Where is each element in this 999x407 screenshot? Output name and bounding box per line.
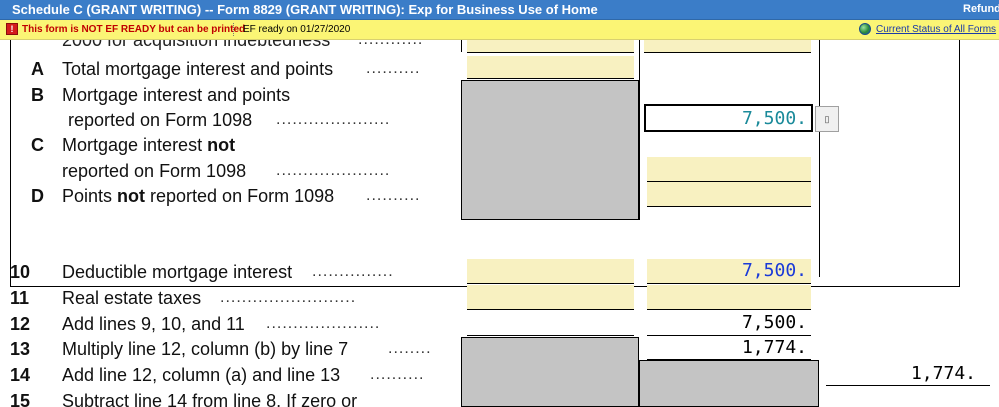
line-12-label: Add lines 9, 10, and 11 — [62, 314, 245, 334]
leader-dots: ............... — [312, 263, 394, 280]
ef-status-bar: ! This form is NOT EF READY but can be p… — [0, 20, 999, 40]
line-10-col-a-input[interactable] — [467, 259, 634, 284]
line-d-label-a: Points — [62, 186, 118, 206]
line-13-number: 13 — [10, 339, 31, 359]
col-c-border — [819, 40, 820, 277]
leader-dots: ............ — [358, 40, 423, 51]
line-12-col-b-cell: 7,500. — [647, 311, 811, 336]
line-b-col-b-input[interactable]: 7,500. — [644, 104, 813, 132]
line-b-label-1: Mortgage interest and points — [62, 85, 291, 105]
line-a-col-a-input[interactable] — [467, 56, 634, 79]
leader-dots: ..................... — [276, 111, 391, 128]
leader-dots: ........ — [388, 340, 432, 357]
not-ef-ready-message: This form is NOT EF READY but can be pri… — [22, 24, 246, 35]
line-11-number: 11 — [10, 288, 30, 308]
leader-dots: ......................... — [220, 289, 357, 306]
status-divider — [233, 23, 235, 36]
line-14-number: 14 — [10, 365, 31, 385]
line-10-number: 10 — [10, 262, 31, 282]
line-10-col-b-value: 7,500. — [741, 260, 807, 281]
leader-dots: ..................... — [276, 162, 391, 179]
line-13-label: Multiply line 12, column (b) by line 7 — [62, 339, 349, 359]
refund-label: Refund — [963, 3, 999, 15]
line-d-letter: D — [31, 186, 44, 206]
line-b-letter: B — [31, 85, 44, 105]
document-icon[interactable]: ▯ — [815, 106, 839, 132]
line-13-col-b-value: 1,774. — [741, 337, 807, 358]
line-d-label-not: not — [117, 186, 146, 206]
line-d-col-b-input[interactable] — [647, 182, 811, 207]
leader-dots: .......... — [366, 187, 421, 204]
line-14-col-b-shaded — [639, 360, 819, 407]
form-body: 2000 for acquisition indebtedness ......… — [0, 40, 999, 407]
leader-dots: ..................... — [266, 315, 381, 332]
line-c-letter: C — [31, 135, 44, 155]
line-11-label: Real estate taxes — [62, 288, 202, 308]
globe-icon[interactable] — [859, 23, 871, 35]
line-12-col-b-value: 7,500. — [741, 312, 807, 333]
line-11-col-a-input[interactable] — [467, 285, 634, 310]
acquisition-indebtedness-label: 2000 for acquisition indebtedness — [62, 40, 331, 50]
line-13-col-b-cell: 1,774. — [647, 337, 811, 360]
ef-ready-date: EF ready on 01/27/2020 — [243, 24, 351, 35]
line-10-label: Deductible mortgage interest — [62, 262, 293, 282]
current-status-link[interactable]: Current Status of All Forms — [876, 20, 996, 39]
line-c-label-not: not — [207, 135, 236, 155]
line-14-col-c-cell: 1,774. — [826, 362, 990, 386]
line-11-col-b-input[interactable] — [647, 285, 811, 310]
line-14-label: Add line 12, column (a) and line 13 — [62, 365, 341, 385]
acq-col-a-input[interactable] — [467, 40, 634, 53]
line-c-col-b-input[interactable] — [647, 157, 811, 182]
acq-col-b-input[interactable] — [644, 40, 811, 53]
line-d-label-c: reported on Form 1098 — [145, 186, 335, 206]
line-15-label: Subtract line 14 from line 8. If zero or — [62, 391, 358, 407]
line-13-col-a-shaded — [461, 337, 639, 407]
line-d-label: Points not reported on Form 1098 — [62, 185, 334, 207]
line-b-d-col-a-shaded — [461, 80, 639, 220]
line-c-label-1: Mortgage interest not — [62, 134, 235, 156]
line-12-col-a-value — [467, 311, 634, 336]
line-c-label-1a: Mortgage interest — [62, 135, 208, 155]
col-b-border — [639, 40, 640, 220]
line-a-letter: A — [31, 59, 44, 79]
line-14-col-c-value: 1,774. — [910, 363, 976, 384]
leader-dots: .......... — [366, 60, 421, 77]
form-title: Schedule C (GRANT WRITING) -- Form 8829 … — [12, 2, 598, 17]
col-a-border — [461, 40, 462, 52]
line-15-number: 15 — [10, 391, 31, 407]
leader-dots: .......... — [370, 366, 425, 383]
line-b-label-2: reported on Form 1098 — [68, 110, 253, 130]
line-a-label: Total mortgage interest and points — [62, 59, 334, 79]
line-12-number: 12 — [10, 314, 31, 334]
line-10-col-b-input[interactable]: 7,500. — [647, 259, 811, 284]
form-title-bar: Schedule C (GRANT WRITING) -- Form 8829 … — [0, 0, 999, 20]
warning-icon: ! — [6, 23, 18, 35]
line-b-col-b-value: 7,500. — [741, 108, 807, 129]
line-c-label-2: reported on Form 1098 — [62, 161, 247, 181]
